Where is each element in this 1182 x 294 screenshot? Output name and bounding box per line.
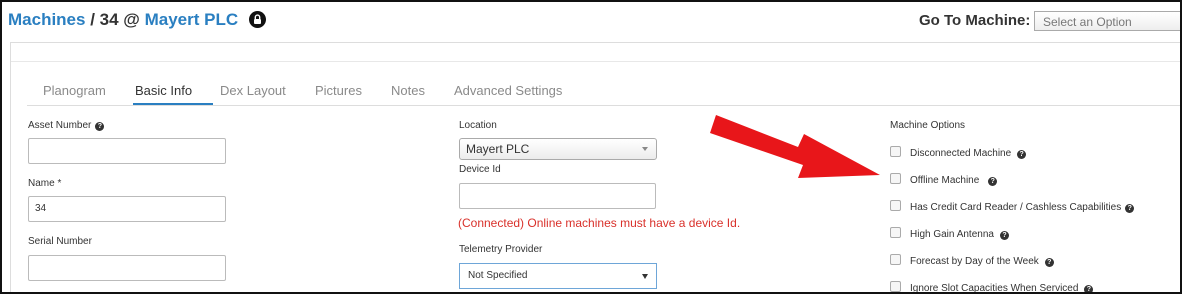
asset-number-input[interactable]	[28, 138, 226, 164]
help-icon[interactable]: ?	[1084, 285, 1094, 292]
panel-header	[11, 43, 1180, 62]
tab-basic-info[interactable]: Basic Info	[135, 83, 192, 98]
option-forecast-by-day[interactable]: Forecast by Day of the Week?	[890, 254, 1054, 267]
name-label: Name *	[28, 178, 62, 189]
location-select[interactable]: Mayert PLC	[459, 138, 657, 160]
goto-machine-label: Go To Machine:	[919, 12, 1031, 29]
active-tab-indicator	[133, 103, 213, 105]
help-icon[interactable]: ?	[988, 177, 998, 186]
option-label: Disconnected Machine	[910, 148, 1012, 159]
option-offline-machine[interactable]: Offline Machine?	[890, 173, 998, 186]
help-icon[interactable]: ?	[1125, 204, 1135, 213]
goto-machine-select[interactable]: Select an Option	[1034, 11, 1180, 31]
machine-panel: Planogram Basic Info Dex Layout Pictures…	[10, 42, 1180, 294]
red-arrow-annotation	[710, 115, 880, 178]
option-label: Offline Machine	[910, 175, 980, 186]
option-label: Has Credit Card Reader / Cashless Capabi…	[910, 202, 1122, 213]
breadcrumb-location-link[interactable]: Mayert PLC	[145, 10, 239, 29]
tab-advanced-settings[interactable]: Advanced Settings	[454, 83, 562, 98]
device-id-input[interactable]	[459, 183, 656, 209]
breadcrumb-machines-link[interactable]: Machines	[8, 10, 85, 29]
chevron-down-icon	[642, 147, 648, 151]
option-credit-card-reader[interactable]: Has Credit Card Reader / Cashless Capabi…	[890, 200, 1135, 213]
telemetry-provider-label: Telemetry Provider	[459, 244, 543, 255]
device-id-label: Device Id	[459, 164, 501, 175]
asset-number-label-text: Asset Number	[28, 120, 92, 131]
option-label: High Gain Antenna	[910, 229, 994, 240]
telemetry-provider-value: Not Specified	[468, 270, 528, 281]
breadcrumb: Machines / 34 @ Mayert PLC	[8, 10, 266, 33]
help-icon[interactable]: ?	[999, 231, 1009, 240]
credit-card-reader-checkbox[interactable]	[890, 200, 901, 211]
serial-number-label: Serial Number	[28, 236, 92, 247]
help-icon[interactable]: ?	[95, 122, 105, 131]
ignore-slot-capacities-checkbox[interactable]	[890, 281, 901, 292]
app-window: Machines / 34 @ Mayert PLC Go To Machine…	[0, 0, 1182, 294]
location-select-value: Mayert PLC	[466, 142, 530, 156]
option-high-gain-antenna[interactable]: High Gain Antenna?	[890, 227, 1009, 240]
tab-bar: Planogram Basic Info Dex Layout Pictures…	[27, 81, 1180, 106]
option-label: Forecast by Day of the Week	[910, 256, 1039, 267]
tab-dex-layout[interactable]: Dex Layout	[220, 83, 286, 98]
help-icon[interactable]: ?	[1044, 258, 1054, 267]
breadcrumb-machine-number: / 34 @	[85, 10, 145, 29]
option-ignore-slot-capacities[interactable]: Ignore Slot Capacities When Serviced?	[890, 281, 1094, 294]
machine-options-title: Machine Options	[890, 120, 966, 131]
option-disconnected-machine[interactable]: Disconnected Machine?	[890, 146, 1027, 159]
tab-planogram[interactable]: Planogram	[43, 83, 106, 98]
help-icon[interactable]: ?	[1017, 150, 1027, 159]
asset-number-label: Asset Number?	[28, 120, 105, 131]
device-id-error: (Connected) Online machines must have a …	[458, 216, 741, 230]
option-label: Ignore Slot Capacities When Serviced	[910, 283, 1079, 294]
tab-notes[interactable]: Notes	[391, 83, 425, 98]
telemetry-provider-select[interactable]: Not Specified	[459, 263, 657, 289]
serial-number-input[interactable]	[28, 255, 226, 281]
forecast-by-day-checkbox[interactable]	[890, 254, 901, 265]
page-header: Machines / 34 @ Mayert PLC Go To Machine…	[2, 2, 1180, 40]
high-gain-antenna-checkbox[interactable]	[890, 227, 901, 238]
chevron-down-icon	[642, 274, 648, 279]
lock-icon[interactable]	[248, 11, 266, 33]
name-input[interactable]: 34	[28, 196, 226, 222]
tab-pictures[interactable]: Pictures	[315, 83, 362, 98]
location-label: Location	[459, 120, 497, 131]
